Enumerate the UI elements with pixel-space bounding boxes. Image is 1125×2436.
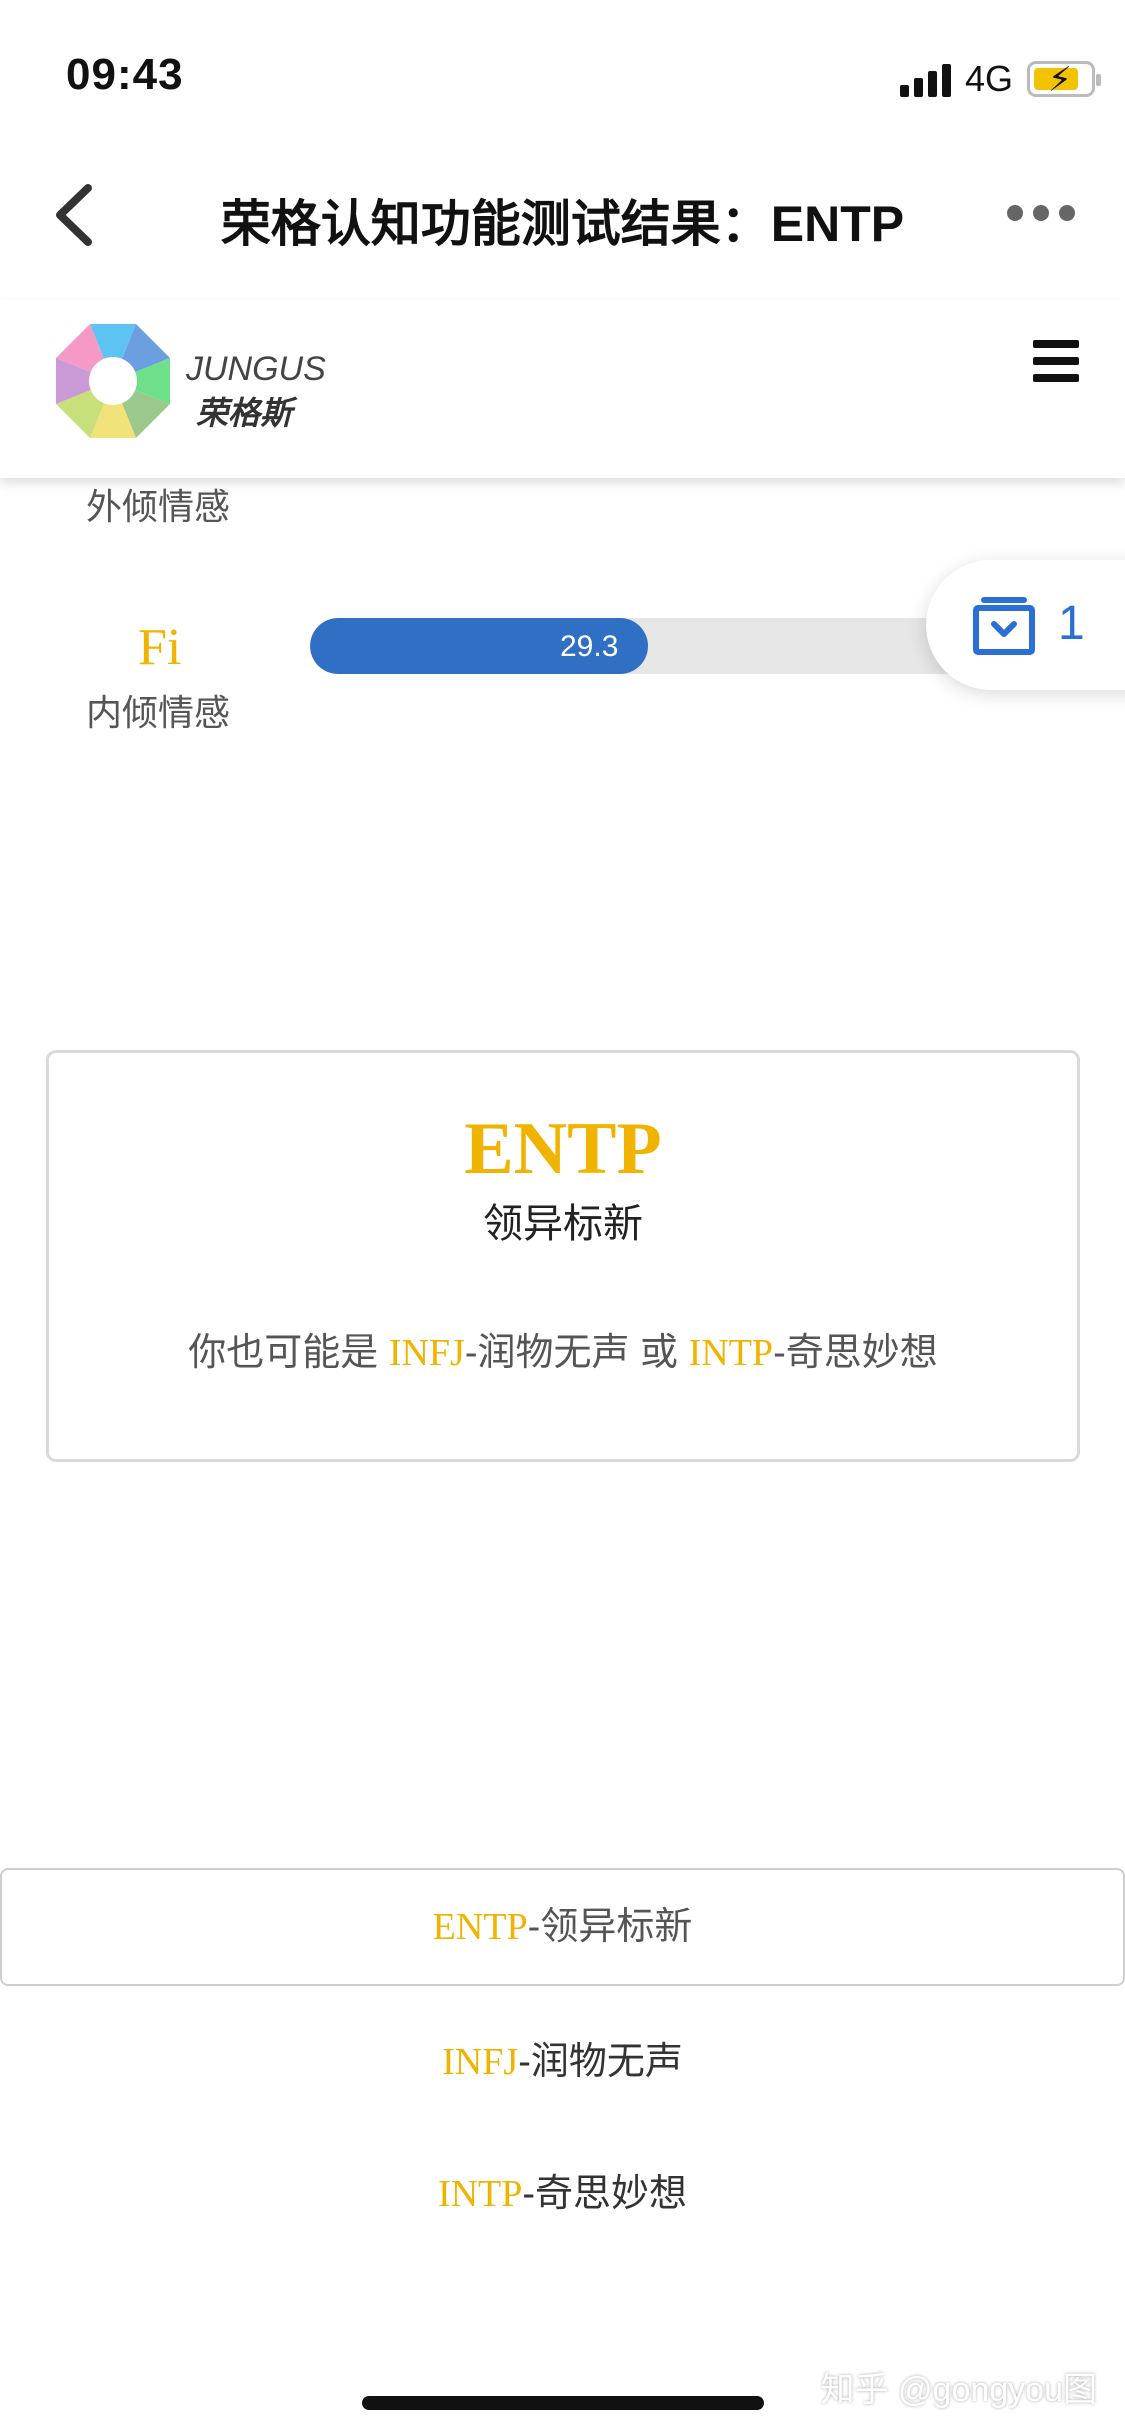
status-bar: 09:43 4G ⚡ [0,0,1125,150]
nav-bar: 荣格认知功能测试结果：ENTP [0,150,1125,280]
function-score-bar: 29.3 [310,618,1030,674]
watermark: 知乎 @gongyou图 [820,2371,1097,2409]
result-type-name: 领异标新 [483,1202,643,1246]
list-item-name: -领异标新 [527,1906,693,1948]
type-list-item[interactable]: INTP-奇思妙想 [0,2162,1125,2217]
list-item-name: -润物无声 [518,2041,683,2083]
more-dots-icon[interactable] [1007,205,1075,221]
list-item-type: ENTP [432,1906,528,1948]
hamburger-icon[interactable] [1033,340,1079,382]
alt1-type-name[interactable]: -润物无声 [465,1332,630,1374]
brand-name-cn: 荣格斯 [196,395,293,431]
list-item-type: INFJ [442,2041,519,2083]
page-title: 荣格认知功能测试结果：ENTP [220,196,905,252]
function-code: Fi [138,619,182,676]
type-list-item[interactable]: INFJ-润物无声 [0,2030,1125,2085]
type-list-item-active[interactable]: ENTP-领异标新 [0,1868,1125,1986]
alt-separator: 或 [629,1332,689,1374]
brand-name-en: JUNGUS [186,350,326,388]
function-score-value: 29.3 [560,630,619,663]
alt2-type-name[interactable]: -奇思妙想 [773,1332,938,1374]
jungus-logo[interactable] [50,318,176,444]
float-clip-widget[interactable]: 1 [926,560,1125,690]
clip-count: 1 [1058,597,1085,650]
list-item-type: INTP [437,2173,523,2215]
result-card: ENTP 领异标新 你也可能是 INFJ-润物无声 或 INTP-奇思妙想 [46,1050,1080,1462]
function-name-partial: 外倾情感 [86,486,231,527]
status-icons: 4G ⚡ [899,58,1101,100]
function-name: 内倾情感 [86,692,231,733]
alt-prefix: 你也可能是 [188,1332,389,1374]
clip-box-icon [972,594,1036,656]
network-type: 4G [964,58,1013,99]
site-header: JUNGUS 荣格斯 [0,300,1125,478]
result-type: ENTP [464,1108,662,1190]
list-item-name: -奇思妙想 [522,2173,688,2215]
battery-charging-icon: ⚡ [1027,61,1101,99]
status-time: 09:43 [66,50,184,99]
alt1-type-link[interactable]: INFJ [389,1332,465,1374]
home-indicator[interactable] [362,2396,764,2410]
alternative-types: 你也可能是 INFJ-润物无声 或 INTP-奇思妙想 [49,1321,1077,1376]
alt2-type-link[interactable]: INTP [689,1332,773,1374]
function-score-fill: 29.3 [310,618,649,674]
signal-icon [899,61,951,97]
